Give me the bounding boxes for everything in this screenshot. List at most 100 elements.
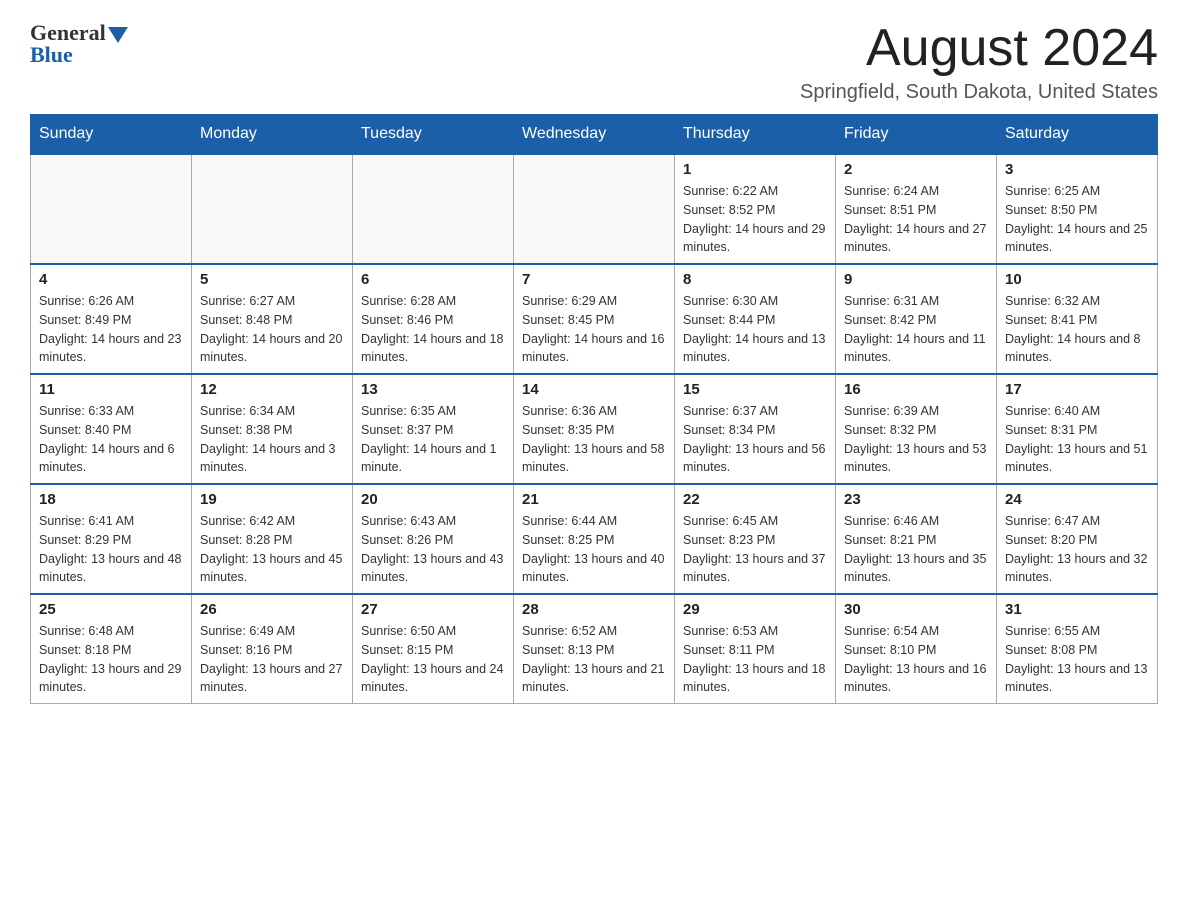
calendar-cell: 11 Sunrise: 6:33 AMSunset: 8:40 PMDayligh… <box>31 374 192 484</box>
weekday-header-sunday: Sunday <box>31 115 192 155</box>
calendar-cell: 4Sunrise: 6:26 AMSunset: 8:49 PMDaylight… <box>31 264 192 374</box>
day-number: 1 <box>683 161 827 178</box>
day-number: 16 <box>844 381 988 398</box>
day-info: Sunrise: 6:37 AMSunset: 8:34 PMDaylight:… <box>683 402 827 477</box>
weekday-header-friday: Friday <box>836 115 997 155</box>
day-info: Sunrise: 6:48 AMSunset: 8:18 PMDaylight:… <box>39 622 183 697</box>
day-number: 13 <box>361 381 505 398</box>
day-info: Sunrise: 6:46 AMSunset: 8:21 PMDaylight:… <box>844 512 988 587</box>
day-info: Sunrise: 6:29 AMSunset: 8:45 PMDaylight:… <box>522 292 666 367</box>
day-number: 12 <box>200 381 344 398</box>
day-info: Sunrise: 6:39 AMSunset: 8:32 PMDaylight:… <box>844 402 988 477</box>
day-info: Sunrise: 6:24 AMSunset: 8:51 PMDaylight:… <box>844 182 988 257</box>
day-number: 8 <box>683 271 827 288</box>
calendar-cell: 13 Sunrise: 6:35 AMSunset: 8:37 PMDayligh… <box>353 374 514 484</box>
logo-blue-text: Blue <box>30 42 73 68</box>
day-info: Sunrise: 6:35 AMSunset: 8:37 PMDaylight:… <box>361 402 505 477</box>
calendar-cell: 2 Sunrise: 6:24 AMSunset: 8:51 PMDaylight… <box>836 154 997 264</box>
calendar-week-row: 25 Sunrise: 6:48 AMSunset: 8:18 PMDayligh… <box>31 594 1158 704</box>
day-number: 2 <box>844 161 988 178</box>
calendar-cell <box>353 154 514 264</box>
calendar-cell: 28Sunrise: 6:52 AMSunset: 8:13 PMDayligh… <box>514 594 675 704</box>
day-number: 7 <box>522 271 666 288</box>
day-number: 21 <box>522 491 666 508</box>
day-info: Sunrise: 6:41 AMSunset: 8:29 PMDaylight:… <box>39 512 183 587</box>
day-number: 10 <box>1005 271 1149 288</box>
day-info: Sunrise: 6:25 AMSunset: 8:50 PMDaylight:… <box>1005 182 1149 257</box>
day-number: 20 <box>361 491 505 508</box>
day-info: Sunrise: 6:50 AMSunset: 8:15 PMDaylight:… <box>361 622 505 697</box>
calendar-cell <box>192 154 353 264</box>
calendar-cell: 26 Sunrise: 6:49 AMSunset: 8:16 PMDayligh… <box>192 594 353 704</box>
month-title: August 2024 <box>800 20 1158 77</box>
calendar-cell: 1 Sunrise: 6:22 AMSunset: 8:52 PMDaylight… <box>675 154 836 264</box>
day-number: 29 <box>683 601 827 618</box>
day-info: Sunrise: 6:44 AMSunset: 8:25 PMDaylight:… <box>522 512 666 587</box>
day-info: Sunrise: 6:32 AMSunset: 8:41 PMDaylight:… <box>1005 292 1149 367</box>
location-subtitle: Springfield, South Dakota, United States <box>800 81 1158 104</box>
calendar-cell: 18 Sunrise: 6:41 AMSunset: 8:29 PMDayligh… <box>31 484 192 594</box>
calendar-week-row: 1 Sunrise: 6:22 AMSunset: 8:52 PMDaylight… <box>31 154 1158 264</box>
calendar-cell: 6 Sunrise: 6:28 AMSunset: 8:46 PMDaylight… <box>353 264 514 374</box>
calendar-cell: 12Sunrise: 6:34 AMSunset: 8:38 PMDayligh… <box>192 374 353 484</box>
logo-triangle-icon <box>108 27 128 43</box>
day-number: 17 <box>1005 381 1149 398</box>
calendar-week-row: 18 Sunrise: 6:41 AMSunset: 8:29 PMDayligh… <box>31 484 1158 594</box>
calendar-cell: 7 Sunrise: 6:29 AMSunset: 8:45 PMDaylight… <box>514 264 675 374</box>
day-number: 22 <box>683 491 827 508</box>
calendar-cell: 31Sunrise: 6:55 AMSunset: 8:08 PMDayligh… <box>997 594 1158 704</box>
day-number: 26 <box>200 601 344 618</box>
weekday-header-wednesday: Wednesday <box>514 115 675 155</box>
day-number: 11 <box>39 381 183 398</box>
weekday-header-thursday: Thursday <box>675 115 836 155</box>
page-header: General Blue August 2024 Springfield, So… <box>30 20 1158 104</box>
calendar-cell: 25 Sunrise: 6:48 AMSunset: 8:18 PMDayligh… <box>31 594 192 704</box>
calendar-cell: 20 Sunrise: 6:43 AMSunset: 8:26 PMDayligh… <box>353 484 514 594</box>
calendar-cell: 15 Sunrise: 6:37 AMSunset: 8:34 PMDayligh… <box>675 374 836 484</box>
day-info: Sunrise: 6:43 AMSunset: 8:26 PMDaylight:… <box>361 512 505 587</box>
calendar-cell: 22 Sunrise: 6:45 AMSunset: 8:23 PMDayligh… <box>675 484 836 594</box>
calendar-cell <box>31 154 192 264</box>
day-info: Sunrise: 6:28 AMSunset: 8:46 PMDaylight:… <box>361 292 505 367</box>
calendar-cell: 30 Sunrise: 6:54 AMSunset: 8:10 PMDayligh… <box>836 594 997 704</box>
day-info: Sunrise: 6:33 AMSunset: 8:40 PMDaylight:… <box>39 402 183 477</box>
day-info: Sunrise: 6:47 AMSunset: 8:20 PMDaylight:… <box>1005 512 1149 587</box>
weekday-header-monday: Monday <box>192 115 353 155</box>
calendar-cell: 24Sunrise: 6:47 AMSunset: 8:20 PMDayligh… <box>997 484 1158 594</box>
calendar-cell: 16 Sunrise: 6:39 AMSunset: 8:32 PMDayligh… <box>836 374 997 484</box>
day-number: 19 <box>200 491 344 508</box>
day-number: 15 <box>683 381 827 398</box>
day-info: Sunrise: 6:40 AMSunset: 8:31 PMDaylight:… <box>1005 402 1149 477</box>
calendar-cell <box>514 154 675 264</box>
day-info: Sunrise: 6:30 AMSunset: 8:44 PMDaylight:… <box>683 292 827 367</box>
calendar-cell: 3 Sunrise: 6:25 AMSunset: 8:50 PMDaylight… <box>997 154 1158 264</box>
day-info: Sunrise: 6:36 AMSunset: 8:35 PMDaylight:… <box>522 402 666 477</box>
calendar-week-row: 11 Sunrise: 6:33 AMSunset: 8:40 PMDayligh… <box>31 374 1158 484</box>
day-number: 14 <box>522 381 666 398</box>
title-area: August 2024 Springfield, South Dakota, U… <box>800 20 1158 104</box>
day-number: 3 <box>1005 161 1149 178</box>
day-number: 6 <box>361 271 505 288</box>
day-number: 5 <box>200 271 344 288</box>
day-info: Sunrise: 6:55 AMSunset: 8:08 PMDaylight:… <box>1005 622 1149 697</box>
calendar-cell: 29Sunrise: 6:53 AMSunset: 8:11 PMDayligh… <box>675 594 836 704</box>
calendar-cell: 27 Sunrise: 6:50 AMSunset: 8:15 PMDayligh… <box>353 594 514 704</box>
day-number: 27 <box>361 601 505 618</box>
day-info: Sunrise: 6:22 AMSunset: 8:52 PMDaylight:… <box>683 182 827 257</box>
logo: General Blue <box>30 20 128 68</box>
day-info: Sunrise: 6:54 AMSunset: 8:10 PMDaylight:… <box>844 622 988 697</box>
day-number: 25 <box>39 601 183 618</box>
day-number: 30 <box>844 601 988 618</box>
calendar-week-row: 4Sunrise: 6:26 AMSunset: 8:49 PMDaylight… <box>31 264 1158 374</box>
day-info: Sunrise: 6:45 AMSunset: 8:23 PMDaylight:… <box>683 512 827 587</box>
calendar-cell: 14 Sunrise: 6:36 AMSunset: 8:35 PMDayligh… <box>514 374 675 484</box>
day-info: Sunrise: 6:26 AMSunset: 8:49 PMDaylight:… <box>39 292 183 367</box>
calendar-table: SundayMondayTuesdayWednesdayThursdayFrid… <box>30 114 1158 704</box>
day-info: Sunrise: 6:49 AMSunset: 8:16 PMDaylight:… <box>200 622 344 697</box>
calendar-cell: 23Sunrise: 6:46 AMSunset: 8:21 PMDayligh… <box>836 484 997 594</box>
calendar-cell: 19Sunrise: 6:42 AMSunset: 8:28 PMDayligh… <box>192 484 353 594</box>
day-number: 18 <box>39 491 183 508</box>
day-number: 9 <box>844 271 988 288</box>
day-info: Sunrise: 6:52 AMSunset: 8:13 PMDaylight:… <box>522 622 666 697</box>
calendar-cell: 10 Sunrise: 6:32 AMSunset: 8:41 PMDayligh… <box>997 264 1158 374</box>
